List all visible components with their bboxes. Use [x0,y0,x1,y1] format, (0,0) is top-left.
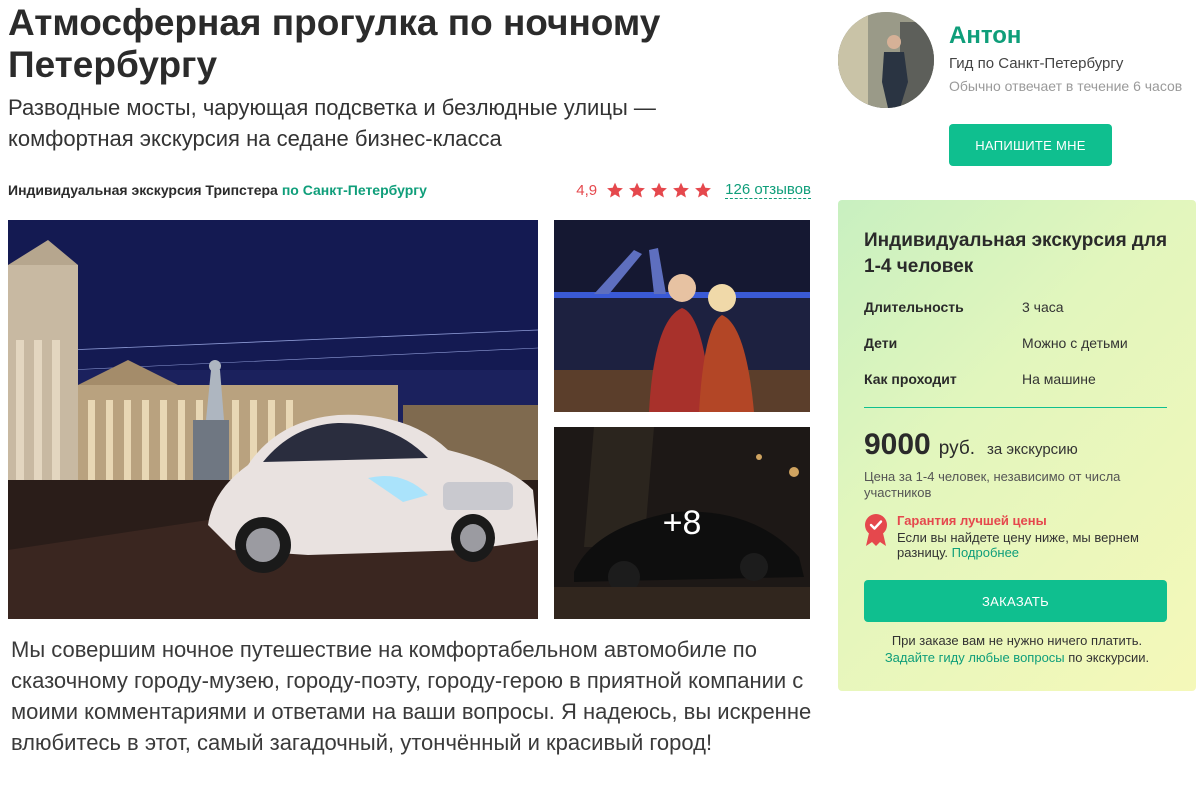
order-note-line-2: Задайте гиду любые вопросы по экскурсии. [838,649,1196,666]
star-icon [673,182,690,198]
order-note-suffix: по экскурсии. [1068,650,1150,665]
main-photo-image [8,220,538,619]
photo-bridge[interactable] [554,220,810,412]
price-note: Цена за 1-4 человек, независимо от числа… [864,469,1121,500]
guarantee-title: Гарантия лучшей цены [897,513,1047,528]
guide-avatar-image [838,12,934,108]
more-photos-count[interactable]: +8 [554,427,810,619]
guarantee-badge-icon [865,514,887,546]
star-icon [629,182,646,198]
rating-value: 4,9 [576,181,598,199]
price-value: 9000 [864,428,931,461]
order-button[interactable]: ЗАКАЗАТЬ [864,580,1167,622]
tour-subtitle: Разводные мосты, чарующая подсветка и бе… [8,95,656,151]
ask-guide-link[interactable]: Задайте гиду любые вопросы [885,650,1065,665]
photo-bridge-image [554,220,810,412]
prop-children: Дети Можно с детьми [864,335,1164,351]
prop-value: Можно с детьми [1022,335,1128,351]
reviews-link[interactable]: 126 отзывов [725,181,811,199]
prop-key: Длительность [864,299,964,315]
rating-stars [605,181,713,200]
guide-name[interactable]: Антон [949,22,1021,50]
main-photo[interactable] [8,220,538,619]
guarantee-text: Если вы найдете цену ниже, мы вернем раз… [897,530,1167,560]
prop-value: На машине [1022,371,1096,387]
price-currency: руб. [938,438,975,459]
star-icon [651,182,668,198]
rating-block: 4,9 126 отзывов [576,181,811,200]
city-link[interactable]: по Санкт-Петербургу [282,182,427,198]
guide-avatar[interactable] [838,12,934,108]
photo-more[interactable]: +8 [554,427,810,619]
prop-format: Как проходит На машине [864,371,1164,387]
order-note: При заказе вам не нужно ничего платить. … [838,632,1196,666]
prop-duration: Длительность 3 часа [864,299,1164,315]
prop-key: Как проходит [864,371,957,387]
star-icon [607,182,624,198]
star-icon [695,182,712,198]
tour-type-label: Индивидуальная экскурсия Трипстера [8,182,278,198]
tour-meta-row: Индивидуальная экскурсия Трипстера по Сан… [8,180,811,200]
guide-role: Гид по Санкт-Петербургу [949,55,1124,72]
guide-reply-time: Обычно отвечает в течение 6 часов [949,78,1183,94]
booking-card: Индивидуальная экскурсия для 1-4 человек… [838,200,1196,691]
price-per: за экскурсию [986,441,1078,458]
tour-type: Индивидуальная экскурсия Трипстера по Сан… [8,182,427,198]
order-note-line-1: При заказе вам не нужно ничего платить. [891,633,1143,648]
tour-title: Атмосферная прогулка по ночному Петербур… [8,2,661,85]
card-divider [864,407,1167,408]
prop-value: 3 часа [1022,299,1064,315]
guarantee-more-link[interactable]: Подробнее [952,545,1019,560]
price-block: 9000 руб. за экскурсию [864,428,1078,462]
write-guide-button[interactable]: НАПИШИТЕ МНЕ [949,124,1112,166]
booking-title: Индивидуальная экскурсия для 1-4 человек [864,230,1168,277]
tour-description: Мы совершим ночное путешествие на комфор… [11,637,812,755]
prop-key: Дети [864,335,898,351]
